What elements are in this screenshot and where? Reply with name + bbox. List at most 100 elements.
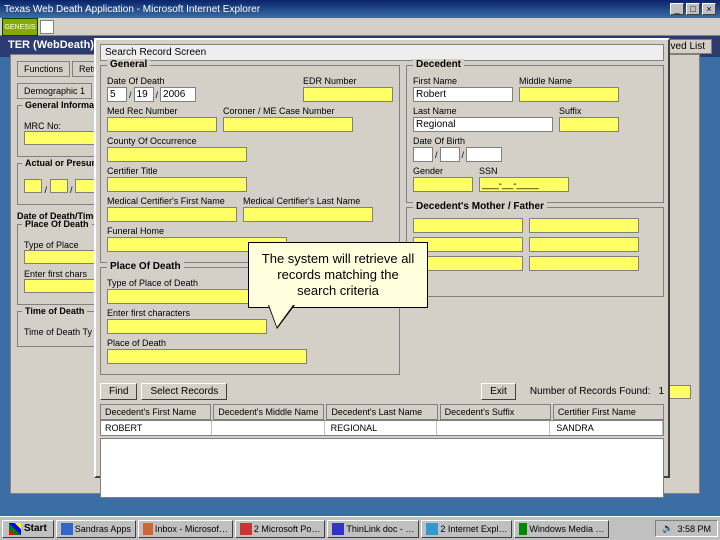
county-input[interactable] bbox=[107, 147, 247, 162]
cell-first: ROBERT bbox=[101, 421, 212, 435]
dob-y-input[interactable] bbox=[466, 147, 502, 162]
coroner-input[interactable] bbox=[223, 117, 353, 132]
result-row[interactable]: ROBERT REGIONAL SANDRA bbox=[100, 420, 664, 436]
ssn-label: SSN bbox=[479, 166, 569, 176]
callout-text: The system will retrieve all records mat… bbox=[262, 251, 414, 298]
edr-label: EDR Number bbox=[303, 76, 393, 86]
cert-title-input[interactable] bbox=[107, 177, 247, 192]
cert-title-label: Certifier Title bbox=[107, 166, 247, 176]
task-label: 2 Microsoft Po… bbox=[254, 524, 321, 534]
results-header: Decedent's First Name Decedent's Middle … bbox=[100, 404, 664, 420]
last-name-input[interactable] bbox=[413, 117, 553, 132]
task-ie[interactable]: 2 Internet Expl… bbox=[421, 520, 512, 538]
general-group: General Date Of Death / / EDR Number Med… bbox=[100, 65, 400, 263]
task-thinlink[interactable]: ThinLink doc - … bbox=[327, 520, 419, 538]
parent-field[interactable] bbox=[529, 256, 639, 271]
dob-d-input[interactable] bbox=[440, 147, 460, 162]
start-button[interactable]: Start bbox=[2, 520, 54, 538]
dod-day-input[interactable] bbox=[134, 87, 154, 102]
tray-icon[interactable]: 🔊 bbox=[662, 523, 673, 534]
cell-suffix bbox=[439, 421, 550, 435]
bg-pod-legend: Place Of Death bbox=[22, 219, 92, 229]
ie-toolbar bbox=[0, 18, 720, 36]
task-label: Windows Media … bbox=[529, 524, 604, 534]
task-inbox[interactable]: Inbox - Microsof… bbox=[138, 520, 233, 538]
folder-icon bbox=[61, 523, 73, 535]
middle-name-label: Middle Name bbox=[519, 76, 619, 86]
decedent-group: Decedent First Name Middle Name Last Nam… bbox=[406, 65, 664, 203]
task-wmp[interactable]: Windows Media … bbox=[514, 520, 609, 538]
pod-legend: Place Of Death bbox=[107, 261, 184, 272]
mc-first-input[interactable] bbox=[107, 207, 237, 222]
task-label: Sandras Apps bbox=[75, 524, 131, 534]
ssn-input[interactable] bbox=[479, 177, 569, 192]
search-window-title: Search Record Screen bbox=[100, 44, 664, 61]
system-tray[interactable]: 🔊 3:58 PM bbox=[655, 520, 718, 537]
task-sandras[interactable]: Sandras Apps bbox=[56, 520, 136, 538]
tab-functions[interactable]: Functions bbox=[17, 61, 70, 77]
wmp-icon bbox=[519, 523, 527, 535]
window-title: Texas Web Death Application - Microsoft … bbox=[4, 4, 260, 15]
find-button[interactable]: Find bbox=[100, 383, 137, 400]
parent-field[interactable] bbox=[413, 256, 523, 271]
maximize-button[interactable]: □ bbox=[686, 3, 700, 15]
parent-field[interactable] bbox=[529, 237, 639, 252]
medrec-input[interactable] bbox=[107, 117, 217, 132]
bg-tod-legend: Time of Death bbox=[22, 306, 87, 316]
dod-label: Date Of Death bbox=[107, 76, 196, 86]
dod-year-input[interactable] bbox=[160, 87, 196, 102]
cell-middle bbox=[214, 421, 325, 435]
cell-last: REGIONAL bbox=[327, 421, 438, 435]
decedent-legend: Decedent bbox=[413, 59, 464, 70]
first-name-input[interactable] bbox=[413, 87, 513, 102]
mrc-field[interactable] bbox=[24, 131, 104, 145]
task-label: ThinLink doc - … bbox=[346, 524, 414, 534]
col-last[interactable]: Decedent's Last Name bbox=[326, 404, 437, 420]
funeral-label: Funeral Home bbox=[107, 226, 287, 236]
gender-input[interactable] bbox=[413, 177, 473, 192]
task-label: Inbox - Microsof… bbox=[155, 524, 228, 534]
edr-input[interactable] bbox=[303, 87, 393, 102]
pod-type-label: Type of Place of Death bbox=[107, 278, 267, 288]
col-certifier[interactable]: Certifier First Name bbox=[553, 404, 664, 420]
parent-field[interactable] bbox=[529, 218, 639, 233]
col-first[interactable]: Decedent's First Name bbox=[100, 404, 211, 420]
dob-m-input[interactable] bbox=[413, 147, 433, 162]
dod-part[interactable] bbox=[50, 179, 68, 193]
parent-field[interactable] bbox=[413, 218, 523, 233]
window-titlebar: Texas Web Death Application - Microsoft … bbox=[0, 0, 720, 18]
dod-part[interactable] bbox=[24, 179, 42, 193]
pod-place-input[interactable] bbox=[107, 349, 307, 364]
gender-label: Gender bbox=[413, 166, 473, 176]
parents-legend: Decedent's Mother / Father bbox=[413, 201, 547, 212]
records-found-label: Number of Records Found: bbox=[530, 386, 651, 397]
general-legend: General bbox=[107, 59, 150, 70]
toolbar-icon[interactable] bbox=[40, 20, 54, 34]
minimize-button[interactable]: _ bbox=[670, 3, 684, 15]
middle-name-input[interactable] bbox=[519, 87, 619, 102]
windows-flag-icon bbox=[9, 523, 21, 535]
close-button[interactable]: × bbox=[702, 3, 716, 15]
col-suffix[interactable]: Decedent's Suffix bbox=[440, 404, 551, 420]
pod-enter-label: Enter first characters bbox=[107, 308, 267, 318]
county-label: County Of Occurrence bbox=[107, 136, 247, 146]
parent-field[interactable] bbox=[413, 237, 523, 252]
results-scroll-area[interactable] bbox=[100, 438, 664, 498]
mc-last-input[interactable] bbox=[243, 207, 373, 222]
parents-group: Decedent's Mother / Father bbox=[406, 207, 664, 297]
mc-last-label: Medical Certifier's Last Name bbox=[243, 196, 373, 206]
action-button-row: Find Select Records Exit Number of Recor… bbox=[100, 383, 664, 400]
pod-enter-input[interactable] bbox=[107, 319, 267, 334]
col-middle[interactable]: Decedent's Middle Name bbox=[213, 404, 324, 420]
select-records-button[interactable]: Select Records bbox=[141, 383, 227, 400]
cell-certifier: SANDRA bbox=[552, 421, 663, 435]
suffix-input[interactable] bbox=[559, 117, 619, 132]
task-powerpoint[interactable]: 2 Microsoft Po… bbox=[235, 520, 326, 538]
dod-month-input[interactable] bbox=[107, 87, 127, 102]
pod-type-input[interactable] bbox=[107, 289, 267, 304]
coroner-label: Coroner / ME Case Number bbox=[223, 106, 353, 116]
last-name-label: Last Name bbox=[413, 106, 553, 116]
exit-button[interactable]: Exit bbox=[481, 383, 516, 400]
clock: 3:58 PM bbox=[677, 524, 711, 534]
tab-demographic[interactable]: Demographic 1 bbox=[17, 83, 92, 99]
